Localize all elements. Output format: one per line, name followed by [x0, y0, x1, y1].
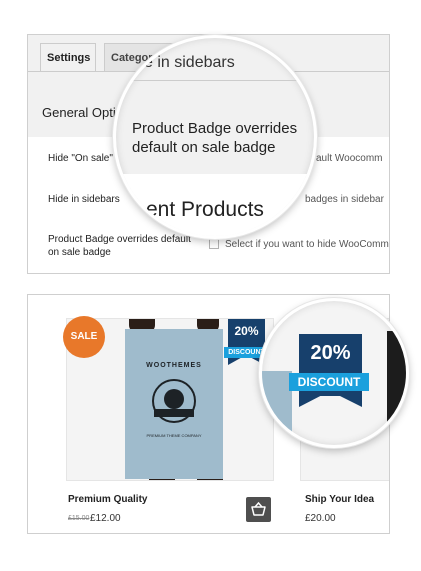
ninja-head-icon [164, 389, 184, 409]
magnifier-recent-products: ent Products [146, 198, 264, 221]
magnifier-discount-percent: 20% [310, 342, 351, 364]
tab-settings[interactable]: Settings [40, 43, 96, 72]
discount-percent: 20% [234, 324, 259, 338]
field-desc-hide-on-sale: ault Woocomm [316, 153, 383, 164]
product-price-2: £20.00 [305, 513, 336, 524]
product-magnifier: 20% DISCOUNT [259, 298, 409, 448]
magnifier-badge-override-label: Product Badge overrides default on sale … [132, 120, 298, 156]
field-label-badge-override: Product Badge overrides default on sale … [48, 234, 191, 258]
product-old-price: £15.00 [68, 515, 90, 522]
field-desc-hide-in-sidebars: badges in sidebar [305, 194, 384, 205]
logo-ribbon-icon [154, 409, 194, 417]
section-title: General Optio [42, 105, 123, 120]
field-label-hide-on-sale: Hide "On sale" l [48, 153, 118, 164]
badge-override-checkbox[interactable] [209, 239, 219, 249]
product-title[interactable]: Premium Quality [68, 494, 147, 505]
field-desc-badge-override: Select if you want to hide WooComm [225, 239, 389, 250]
poster-subtitle: PREMIUM THEME COMPANY [146, 433, 202, 438]
magnifier-tab-divider [116, 80, 314, 81]
sale-badge: SALE [63, 316, 105, 358]
magnifier-discount-tail [299, 391, 362, 407]
basket-icon [251, 501, 266, 516]
magnifier-poster-edge [262, 371, 292, 445]
product-poster: WOOTHEMES PREMIUM THEME COMPANY [125, 329, 223, 479]
magnifier-discount-label: DISCOUNT [289, 373, 369, 391]
product-title-2[interactable]: Ship Your Idea [305, 494, 374, 505]
magnifier-dark-edge [387, 331, 406, 441]
field-label-hide-in-sidebars: Hide in sidebars [48, 194, 120, 205]
poster-title: WOOTHEMES [146, 362, 202, 369]
settings-magnifier: e in sidebars Product Badge overrides de… [113, 35, 317, 239]
add-to-cart-button[interactable] [246, 497, 271, 522]
product-price: £12.00 [90, 513, 121, 524]
magnifier-hide-in-sidebars: e in sidebars [144, 54, 235, 71]
